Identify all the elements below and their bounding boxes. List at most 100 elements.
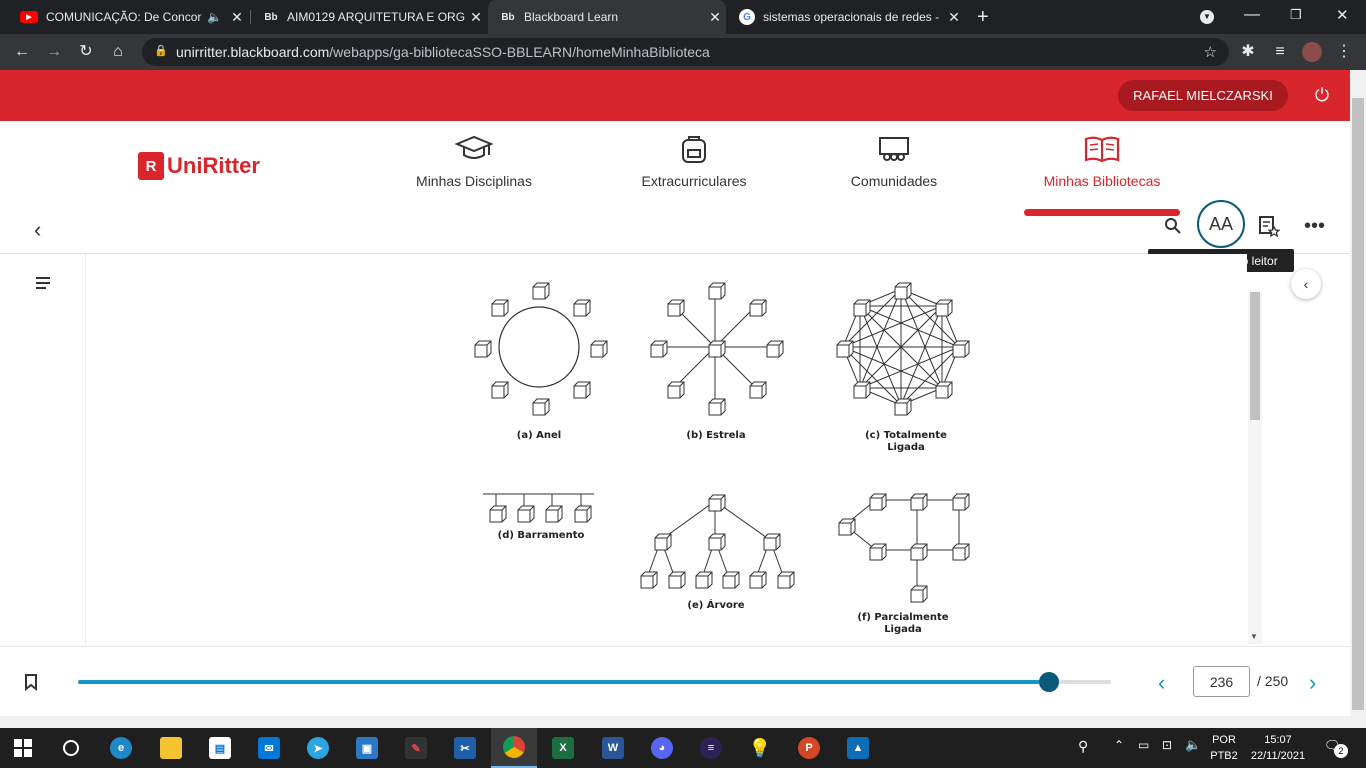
user-name-button[interactable]: RAFAEL MIELCZARSKI bbox=[1118, 80, 1288, 111]
edge-icon[interactable]: e bbox=[98, 728, 144, 768]
tab-aim0129[interactable]: Bb AIM0129 ARQUITETURA E ORGA ✕ bbox=[251, 0, 487, 34]
language-indicator[interactable]: POR PTB2 bbox=[1206, 732, 1242, 764]
tab-title: AIM0129 ARQUITETURA E ORGA bbox=[287, 10, 465, 24]
content-scrollbar-thumb[interactable] bbox=[1250, 292, 1260, 420]
close-tab-icon[interactable]: ✕ bbox=[943, 9, 965, 26]
new-tab-button[interactable]: + bbox=[977, 6, 989, 29]
lock-icon: 🔒 bbox=[154, 45, 168, 57]
logo-mark: R bbox=[138, 152, 164, 180]
backpack-icon bbox=[609, 131, 779, 167]
close-tab-icon[interactable]: ✕ bbox=[465, 9, 487, 26]
nav-minhas-disciplinas[interactable]: Minhas Disciplinas bbox=[389, 131, 559, 189]
discord-icon[interactable]: ◕ bbox=[639, 728, 685, 768]
bookmark-star-icon[interactable]: ☆ bbox=[1204, 43, 1217, 61]
tab-blackboard-learn[interactable]: Bb Blackboard Learn ✕ bbox=[488, 0, 726, 34]
ring-topology bbox=[498, 306, 580, 388]
snipping-tool-icon[interactable]: ✂ bbox=[442, 728, 488, 768]
scroll-down-arrow-icon[interactable]: ▼ bbox=[1250, 632, 1258, 641]
file-explorer-icon[interactable] bbox=[148, 728, 194, 768]
caption-partial-mesh-1: (f) Parcialmente bbox=[857, 612, 949, 623]
left-sidebar bbox=[0, 254, 85, 646]
caption-ring: (a) Anel bbox=[516, 430, 562, 441]
page-scrollbar-thumb[interactable] bbox=[1352, 98, 1364, 710]
telegram-icon[interactable]: ➤ bbox=[295, 728, 341, 768]
power-icon[interactable]: ⏻ bbox=[1312, 85, 1332, 105]
uniritter-logo[interactable]: R UniRitter bbox=[138, 151, 260, 181]
restore-icon[interactable]: ❐ bbox=[1290, 7, 1302, 23]
page-number-input[interactable] bbox=[1193, 666, 1250, 697]
reader-preferences-button[interactable]: AA bbox=[1197, 200, 1245, 248]
powerpoint-icon[interactable]: P bbox=[786, 728, 832, 768]
table-of-contents-icon[interactable] bbox=[35, 276, 51, 295]
nav-label: Minhas Disciplinas bbox=[416, 173, 532, 189]
media-control-icon[interactable]: ≡ bbox=[1270, 42, 1290, 62]
community-icon bbox=[809, 131, 979, 167]
speaker-icon[interactable]: 🔈 bbox=[207, 10, 222, 24]
bookmark-icon[interactable] bbox=[24, 673, 38, 696]
book-icon bbox=[1017, 131, 1187, 167]
excel-icon[interactable]: X bbox=[540, 728, 586, 768]
close-tab-icon[interactable]: ✕ bbox=[226, 9, 248, 26]
font-size-icon: AA bbox=[1208, 213, 1233, 234]
google-icon: G bbox=[739, 9, 755, 25]
more-options-icon[interactable]: ••• bbox=[1304, 215, 1325, 238]
bookmark-list-icon[interactable] bbox=[1258, 215, 1281, 242]
tray-chevron-up-icon[interactable]: ⌃ bbox=[1114, 738, 1124, 752]
chevron-left-icon[interactable]: ‹ bbox=[34, 217, 41, 243]
profile-avatar[interactable] bbox=[1302, 42, 1322, 62]
search-icon[interactable] bbox=[1164, 217, 1182, 240]
volume-icon[interactable]: 🔈 bbox=[1185, 737, 1201, 753]
remote-desktop-icon[interactable]: ▣ bbox=[344, 728, 390, 768]
minimize-icon[interactable]: — bbox=[1244, 6, 1260, 24]
previous-page-icon[interactable]: ‹ bbox=[1158, 670, 1165, 696]
forward-icon[interactable]: → bbox=[44, 42, 64, 62]
close-tab-icon[interactable]: ✕ bbox=[704, 9, 726, 26]
photos-icon[interactable]: ▲ bbox=[835, 728, 881, 768]
network-topologies-figure bbox=[474, 282, 970, 603]
lightbulb-icon[interactable]: 💡 bbox=[737, 728, 783, 768]
top-header: RAFAEL MIELCZARSKI ⏻ bbox=[0, 70, 1350, 121]
tab-title: Blackboard Learn bbox=[524, 10, 619, 24]
caption-full-mesh-1: (c) Totalmente bbox=[865, 430, 947, 441]
graduation-cap-icon bbox=[389, 131, 559, 167]
progress-fill bbox=[78, 680, 1050, 684]
chevron-left-icon: ‹ bbox=[1303, 276, 1309, 292]
caption-partial-mesh-2: Ligada bbox=[884, 624, 922, 635]
eclipse-icon[interactable]: ≡ bbox=[688, 728, 734, 768]
mail-icon[interactable]: ✉ bbox=[246, 728, 292, 768]
tab-youtube[interactable]: ▶ COMUNICAÇÃO: De Concor 🔈 ✕ bbox=[8, 0, 248, 34]
home-icon[interactable]: ⌂ bbox=[108, 42, 128, 62]
system-clock[interactable]: 15:07 22/11/2021 bbox=[1248, 732, 1308, 764]
store-icon[interactable]: ▤ bbox=[197, 728, 243, 768]
network-icon[interactable]: ⊡ bbox=[1162, 738, 1172, 752]
extensions-icon[interactable]: ✱ bbox=[1238, 42, 1258, 62]
open-panel-button[interactable]: ‹ bbox=[1291, 269, 1321, 299]
menu-icon[interactable]: ⋮ bbox=[1334, 42, 1354, 62]
window-close-icon[interactable]: ✕ bbox=[1336, 6, 1349, 24]
windows-start-icon[interactable] bbox=[0, 728, 46, 768]
clock-time: 15:07 bbox=[1264, 734, 1292, 746]
people-icon[interactable]: ⚲ bbox=[1078, 738, 1088, 755]
active-nav-indicator bbox=[1024, 209, 1180, 216]
tab-search-icon[interactable]: ▼ bbox=[1200, 10, 1214, 24]
word-icon[interactable]: W bbox=[590, 728, 636, 768]
address-bar[interactable]: 🔒 unirritter.blackboard.com/webapps/ga-b… bbox=[142, 38, 1229, 66]
progress-slider-handle[interactable] bbox=[1039, 672, 1060, 692]
battery-icon[interactable]: ▭ bbox=[1138, 738, 1149, 752]
paint-tool-icon[interactable]: ✎ bbox=[393, 728, 439, 768]
chrome-icon[interactable] bbox=[491, 728, 537, 768]
tab-google-search[interactable]: G sistemas operacionais de redes - ✕ bbox=[727, 0, 965, 34]
next-page-icon[interactable]: › bbox=[1309, 670, 1316, 696]
blackboard-icon: Bb bbox=[264, 11, 278, 23]
lang-code: POR bbox=[1212, 734, 1236, 746]
nav-extracurriculares[interactable]: Extracurriculares bbox=[609, 131, 779, 189]
back-icon[interactable]: ← bbox=[12, 42, 32, 62]
reload-icon[interactable]: ↻ bbox=[76, 42, 96, 62]
search-circle-icon[interactable] bbox=[48, 728, 94, 768]
logo-text: UniRitter bbox=[167, 153, 260, 178]
clock-date: 22/11/2021 bbox=[1250, 750, 1306, 762]
page-total: / 250 bbox=[1257, 673, 1289, 689]
nav-minhas-bibliotecas[interactable]: Minhas Bibliotecas bbox=[1017, 131, 1187, 189]
nav-comunidades[interactable]: Comunidades bbox=[809, 131, 979, 189]
youtube-icon: ▶ bbox=[20, 11, 38, 23]
